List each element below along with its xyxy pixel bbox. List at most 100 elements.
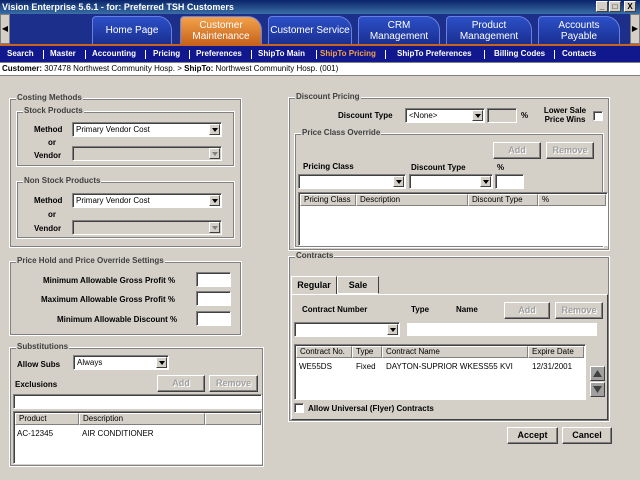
tab-customer-maintenance[interactable]: Customer Maintenance <box>180 16 262 44</box>
nav-right-arrow-icon[interactable]: ▶ <box>630 14 640 44</box>
chevron-down-icon[interactable] <box>393 176 404 187</box>
exclusion-product[interactable]: AC-12345 <box>17 429 53 438</box>
min-gross-profit-label: Minimum Allowable Gross Profit % <box>43 276 176 285</box>
pricing-class-select[interactable] <box>298 174 406 189</box>
lower-sale-price-wins-checkbox[interactable] <box>593 111 603 121</box>
override-percent-input[interactable] <box>495 174 524 189</box>
menu-preferences[interactable]: Preferences <box>196 49 242 58</box>
tab-home-page[interactable]: Home Page <box>92 16 172 44</box>
column-header-product[interactable]: Product <box>15 413 79 425</box>
allow-subs-label: Allow Subs <box>17 360 61 369</box>
menu-shipto-preferences[interactable]: ShipTo Preferences <box>397 49 472 58</box>
tab-regular[interactable]: Regular <box>291 276 337 294</box>
stock-products-title: Stock Products <box>23 106 84 115</box>
minimize-button[interactable]: _ <box>596 1 608 12</box>
exclusion-description[interactable]: AIR CONDITIONER <box>82 429 154 438</box>
min-discount-input[interactable] <box>196 311 231 326</box>
contract-name-cell[interactable]: DAYTON-SUPRIOR WKESS55 KVI <box>386 362 526 371</box>
menu-master[interactable]: Master <box>50 49 76 58</box>
column-header-contract-name[interactable]: Contract Name <box>382 346 528 358</box>
stock-vendor-label: Vendor <box>34 151 62 160</box>
price-hold-title: Price Hold and Price Override Settings <box>16 256 165 265</box>
override-percent-label: % <box>497 163 505 172</box>
override-add-button: Add <box>493 142 541 159</box>
contract-no-cell[interactable]: WE55DS <box>299 362 332 371</box>
stock-method-select[interactable]: Primary Vendor Cost <box>72 122 222 137</box>
menu-accounting[interactable]: Accounting <box>92 49 136 58</box>
tab-product-management[interactable]: Product Management <box>446 16 532 44</box>
menu-shipto-pricing[interactable]: ShipTo Pricing <box>320 49 376 58</box>
price-class-override-list[interactable]: Pricing Class Description Discount Type … <box>298 192 608 246</box>
column-header-type[interactable]: Type <box>352 346 382 358</box>
accept-button[interactable]: Accept <box>507 427 558 444</box>
contract-name-label: Name <box>456 305 478 314</box>
stock-or-label: or <box>48 138 56 147</box>
column-header-discount-type[interactable]: Discount Type <box>468 194 538 206</box>
window-title-bar: Vision Enterprise 5.6.1 - for: Preferred… <box>0 0 640 14</box>
min-discount-label: Minimum Allowable Discount % <box>57 315 178 324</box>
cancel-button[interactable]: Cancel <box>562 427 612 444</box>
column-header-contract-no[interactable]: Contract No. <box>296 346 352 358</box>
discount-percent-label: % <box>521 111 529 120</box>
nonstock-method-select[interactable]: Primary Vendor Cost <box>72 193 222 208</box>
discount-percent-input <box>487 108 517 123</box>
non-stock-products-title: Non Stock Products <box>23 176 102 185</box>
contract-number-select[interactable] <box>294 322 400 337</box>
sub-menu: Search Master Accounting Pricing Prefere… <box>0 44 640 62</box>
substitutions-title: Substitutions <box>16 342 70 351</box>
shipto-value: Northwest Community Hosp. (001) <box>215 64 339 73</box>
min-gross-profit-input[interactable] <box>196 272 231 287</box>
menu-search[interactable]: Search <box>7 49 34 58</box>
lower-sale-price-wins-label: Lower Sale Price Wins <box>543 106 587 124</box>
column-header-expire-date[interactable]: Expire Date <box>528 346 584 358</box>
chevron-down-icon[interactable] <box>387 324 398 335</box>
subs-add-button: Add <box>157 375 205 392</box>
shipto-label: ShipTo: <box>184 64 214 73</box>
contract-number-label: Contract Number <box>302 305 368 314</box>
maximize-button[interactable]: □ <box>609 1 621 12</box>
chevron-down-icon <box>209 148 220 159</box>
contract-type-cell[interactable]: Fixed <box>356 362 376 371</box>
scroll-up-arrow-icon[interactable] <box>590 366 605 381</box>
override-discount-type-select[interactable] <box>409 174 493 189</box>
allow-subs-select[interactable]: Always <box>73 355 169 370</box>
chevron-down-icon[interactable] <box>156 357 167 368</box>
chevron-down-icon <box>209 222 220 233</box>
discount-type-label: Discount Type <box>338 111 393 120</box>
breadcrumb-separator: > <box>177 64 182 73</box>
column-header-percent[interactable]: % <box>538 194 606 206</box>
exclusions-list[interactable]: Product Description AC-12345 AIR CONDITI… <box>13 411 262 464</box>
discount-type-select[interactable]: <None> <box>405 108 485 123</box>
chevron-down-icon[interactable] <box>209 124 220 135</box>
contracts-list[interactable]: Contract No. Type Contract Name Expire D… <box>294 344 586 400</box>
contract-name-field <box>406 322 598 337</box>
column-header-pricing-class[interactable]: Pricing Class <box>300 194 356 206</box>
stock-vendor-select <box>72 146 222 161</box>
menu-contacts[interactable]: Contacts <box>562 49 596 58</box>
close-button[interactable]: X <box>624 1 636 12</box>
tab-accounts-payable[interactable]: Accounts Payable <box>538 16 620 44</box>
exclusion-input[interactable] <box>13 394 262 409</box>
menu-pricing[interactable]: Pricing <box>153 49 180 58</box>
scroll-down-arrow-icon[interactable] <box>590 382 605 397</box>
menu-shipto-main[interactable]: ShipTo Main <box>258 49 305 58</box>
price-class-override-title: Price Class Override <box>301 128 382 137</box>
allow-universal-contracts-checkbox[interactable] <box>294 403 304 413</box>
nav-left-arrow-icon[interactable]: ◀ <box>0 14 10 44</box>
tab-customer-service[interactable]: Customer Service <box>268 16 352 44</box>
tab-crm-management[interactable]: CRM Management <box>358 16 440 44</box>
chevron-down-icon[interactable] <box>209 195 220 206</box>
max-gross-profit-input[interactable] <box>196 291 231 306</box>
contract-expire-cell[interactable]: 12/31/2001 <box>532 362 572 371</box>
column-header-description[interactable]: Description <box>356 194 468 206</box>
tab-sale[interactable]: Sale <box>337 276 379 294</box>
chevron-down-icon[interactable] <box>472 110 483 121</box>
chevron-down-icon[interactable] <box>480 176 491 187</box>
subs-remove-button: Remove <box>209 375 258 392</box>
window-title: Vision Enterprise 5.6.1 - for: Preferred… <box>2 2 234 12</box>
menu-billing-codes[interactable]: Billing Codes <box>494 49 545 58</box>
column-header-description[interactable]: Description <box>79 413 205 425</box>
contract-remove-button: Remove <box>555 302 603 319</box>
breadcrumb: Customer: 307478 Northwest Community Hos… <box>0 62 640 76</box>
customer-label: Customer: <box>2 64 43 73</box>
